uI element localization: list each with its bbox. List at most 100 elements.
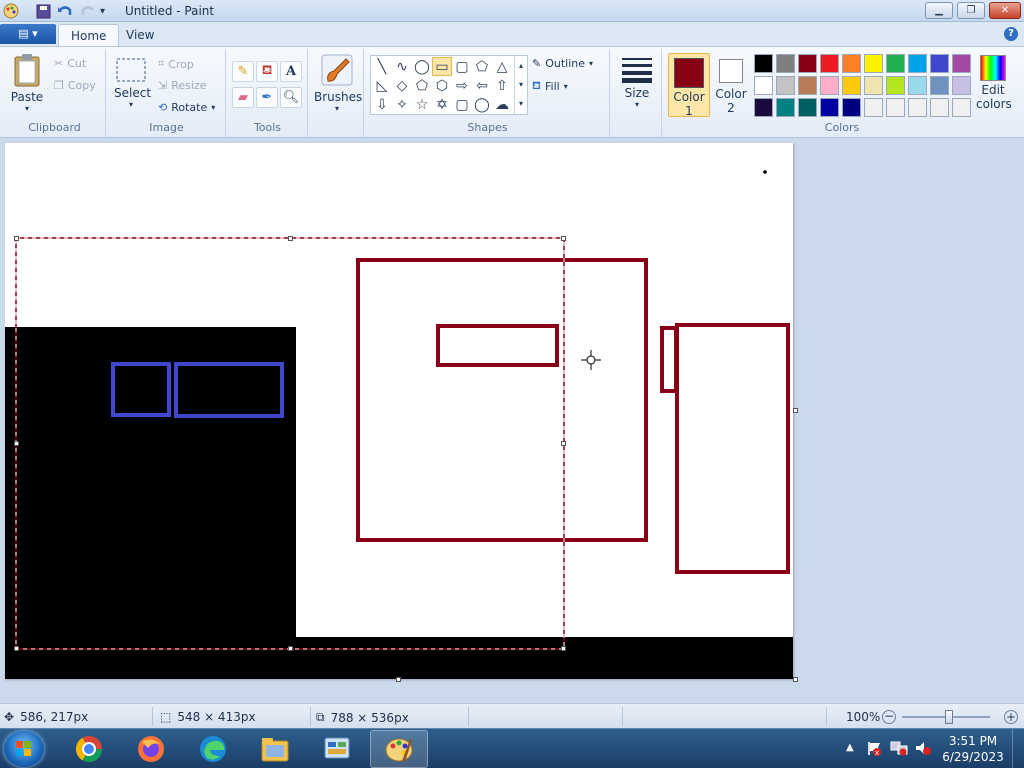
- left-arrow-shape-icon[interactable]: ⇦: [472, 76, 492, 95]
- palette-swatch[interactable]: [864, 54, 883, 73]
- rotate-button[interactable]: ⟲ Rotate ▾: [158, 101, 215, 114]
- palette-swatch[interactable]: [754, 98, 773, 117]
- palette-swatch[interactable]: [842, 54, 861, 73]
- palette-swatch[interactable]: [952, 76, 971, 95]
- palette-swatch[interactable]: [842, 76, 861, 95]
- file-menu-button[interactable]: ▤ ▾: [0, 24, 56, 44]
- eraser-tool-button[interactable]: ▰: [232, 87, 254, 108]
- selection-handle-right[interactable]: [561, 441, 566, 446]
- zoom-out-button[interactable]: −: [882, 710, 896, 724]
- resize-button[interactable]: ⇲ Resize: [158, 79, 206, 92]
- firefox-taskbar-button[interactable]: [122, 730, 180, 768]
- right-triangle-shape-icon[interactable]: ◺: [372, 76, 392, 95]
- palette-swatch[interactable]: [908, 76, 927, 95]
- palette-swatch[interactable]: [930, 98, 949, 117]
- fill-button[interactable]: ⛾ Fill ▾: [532, 79, 568, 94]
- palette-swatch[interactable]: [952, 54, 971, 73]
- clock-time[interactable]: 3:51 PM: [940, 734, 1006, 748]
- palette-swatch[interactable]: [820, 54, 839, 73]
- polygon-shape-icon[interactable]: ⬠: [472, 57, 492, 76]
- palette-swatch[interactable]: [820, 98, 839, 117]
- pentagon-shape-icon[interactable]: ⬠: [412, 76, 432, 95]
- customize-quick-access-icon[interactable]: ▾: [100, 3, 105, 19]
- edit-colors-button[interactable]: Edit colors: [976, 55, 1012, 111]
- copy-button[interactable]: ❐ Copy: [54, 79, 96, 92]
- palette-swatch[interactable]: [886, 98, 905, 117]
- palette-swatch[interactable]: [776, 98, 795, 117]
- selection-handle-top-right[interactable]: [561, 236, 566, 241]
- palette-swatch[interactable]: [864, 76, 883, 95]
- chrome-taskbar-button[interactable]: [60, 730, 118, 768]
- rounded-callout-shape-icon[interactable]: ▢: [452, 95, 472, 114]
- minimize-button[interactable]: ▁: [925, 2, 953, 19]
- selection-handle-bottom-right[interactable]: [561, 646, 566, 651]
- drawing-canvas[interactable]: [5, 143, 793, 679]
- maximize-button[interactable]: ❐: [957, 2, 985, 19]
- palette-swatch[interactable]: [798, 54, 817, 73]
- palette-swatch[interactable]: [930, 54, 949, 73]
- oval-callout-shape-icon[interactable]: ◯: [472, 95, 492, 114]
- volume-muted-icon[interactable]: [914, 740, 932, 759]
- palette-swatch[interactable]: [864, 98, 883, 117]
- show-desktop-button[interactable]: [1012, 729, 1024, 768]
- start-button[interactable]: [4, 731, 44, 767]
- color-picker-tool-button[interactable]: ✒: [256, 87, 278, 108]
- selection-handle-top[interactable]: [288, 236, 293, 241]
- rectangle-shape-icon[interactable]: ▭: [432, 57, 452, 76]
- help-button[interactable]: ?: [1004, 27, 1018, 41]
- up-arrow-shape-icon[interactable]: ⇧: [492, 76, 512, 95]
- palette-swatch[interactable]: [886, 54, 905, 73]
- palette-swatch[interactable]: [754, 54, 773, 73]
- magnifier-tool-button[interactable]: 🔍︎: [280, 87, 302, 108]
- palette-swatch[interactable]: [842, 98, 861, 117]
- palette-swatch[interactable]: [776, 54, 795, 73]
- clock-date[interactable]: 6/29/2023: [940, 750, 1006, 764]
- palette-swatch[interactable]: [776, 76, 795, 95]
- selection-handle-bottom[interactable]: [288, 646, 293, 651]
- palette-swatch[interactable]: [930, 76, 949, 95]
- outline-button[interactable]: ✎ Outline ▾: [532, 57, 593, 70]
- select-button[interactable]: Select ▾: [114, 57, 151, 109]
- rounded-rectangle-shape-icon[interactable]: ▢: [452, 57, 472, 76]
- canvas-resize-handle-right[interactable]: [793, 408, 798, 413]
- palette-swatch[interactable]: [908, 54, 927, 73]
- color1-button[interactable]: Color 1: [668, 53, 710, 118]
- canvas-resize-handle-corner[interactable]: [793, 677, 798, 682]
- palette-swatch[interactable]: [798, 98, 817, 117]
- line-shape-icon[interactable]: ╲: [372, 57, 392, 76]
- save-icon[interactable]: [36, 3, 51, 19]
- canvas-resize-handle-bottom[interactable]: [396, 677, 401, 682]
- paste-button[interactable]: Paste ▾: [8, 53, 46, 113]
- brushes-button[interactable]: Brushes ▾: [314, 53, 362, 113]
- pencil-tool-button[interactable]: ✎: [232, 61, 254, 82]
- palette-swatch[interactable]: [886, 76, 905, 95]
- zoom-slider-thumb[interactable]: [945, 710, 953, 724]
- palette-swatch[interactable]: [952, 98, 971, 117]
- palette-swatch[interactable]: [908, 98, 927, 117]
- selection-handle-top-left[interactable]: [14, 236, 19, 241]
- undo-icon[interactable]: [57, 3, 73, 19]
- palette-swatch[interactable]: [754, 76, 773, 95]
- cut-button[interactable]: ✂ Cut: [54, 57, 86, 70]
- selection-handle-left[interactable]: [14, 441, 19, 446]
- selection-handle-bottom-left[interactable]: [14, 646, 19, 651]
- six-point-star-shape-icon[interactable]: ✡: [432, 95, 452, 114]
- down-arrow-shape-icon[interactable]: ⇩: [372, 95, 392, 114]
- oval-shape-icon[interactable]: ◯: [412, 57, 432, 76]
- color2-button[interactable]: Color 2: [714, 53, 748, 117]
- size-button[interactable]: Size ▾: [616, 55, 658, 109]
- shapes-scroll[interactable]: ▴ ▾ ▾: [514, 56, 527, 114]
- curve-shape-icon[interactable]: ∿: [392, 57, 412, 76]
- control-panel-taskbar-button[interactable]: [308, 730, 366, 768]
- tab-view[interactable]: View: [114, 24, 166, 46]
- hexagon-shape-icon[interactable]: ⬡: [432, 76, 452, 95]
- text-tool-button[interactable]: A: [280, 61, 302, 82]
- diamond-shape-icon[interactable]: ◇: [392, 76, 412, 95]
- show-hidden-icons-button[interactable]: ▲: [846, 742, 854, 753]
- five-point-star-shape-icon[interactable]: ☆: [412, 95, 432, 114]
- crop-button[interactable]: ⌗ Crop: [158, 57, 194, 71]
- edge-taskbar-button[interactable]: [184, 730, 242, 768]
- zoom-in-button[interactable]: +: [1004, 710, 1018, 724]
- cloud-callout-shape-icon[interactable]: ☁: [492, 95, 512, 114]
- close-button[interactable]: ✕: [989, 2, 1021, 19]
